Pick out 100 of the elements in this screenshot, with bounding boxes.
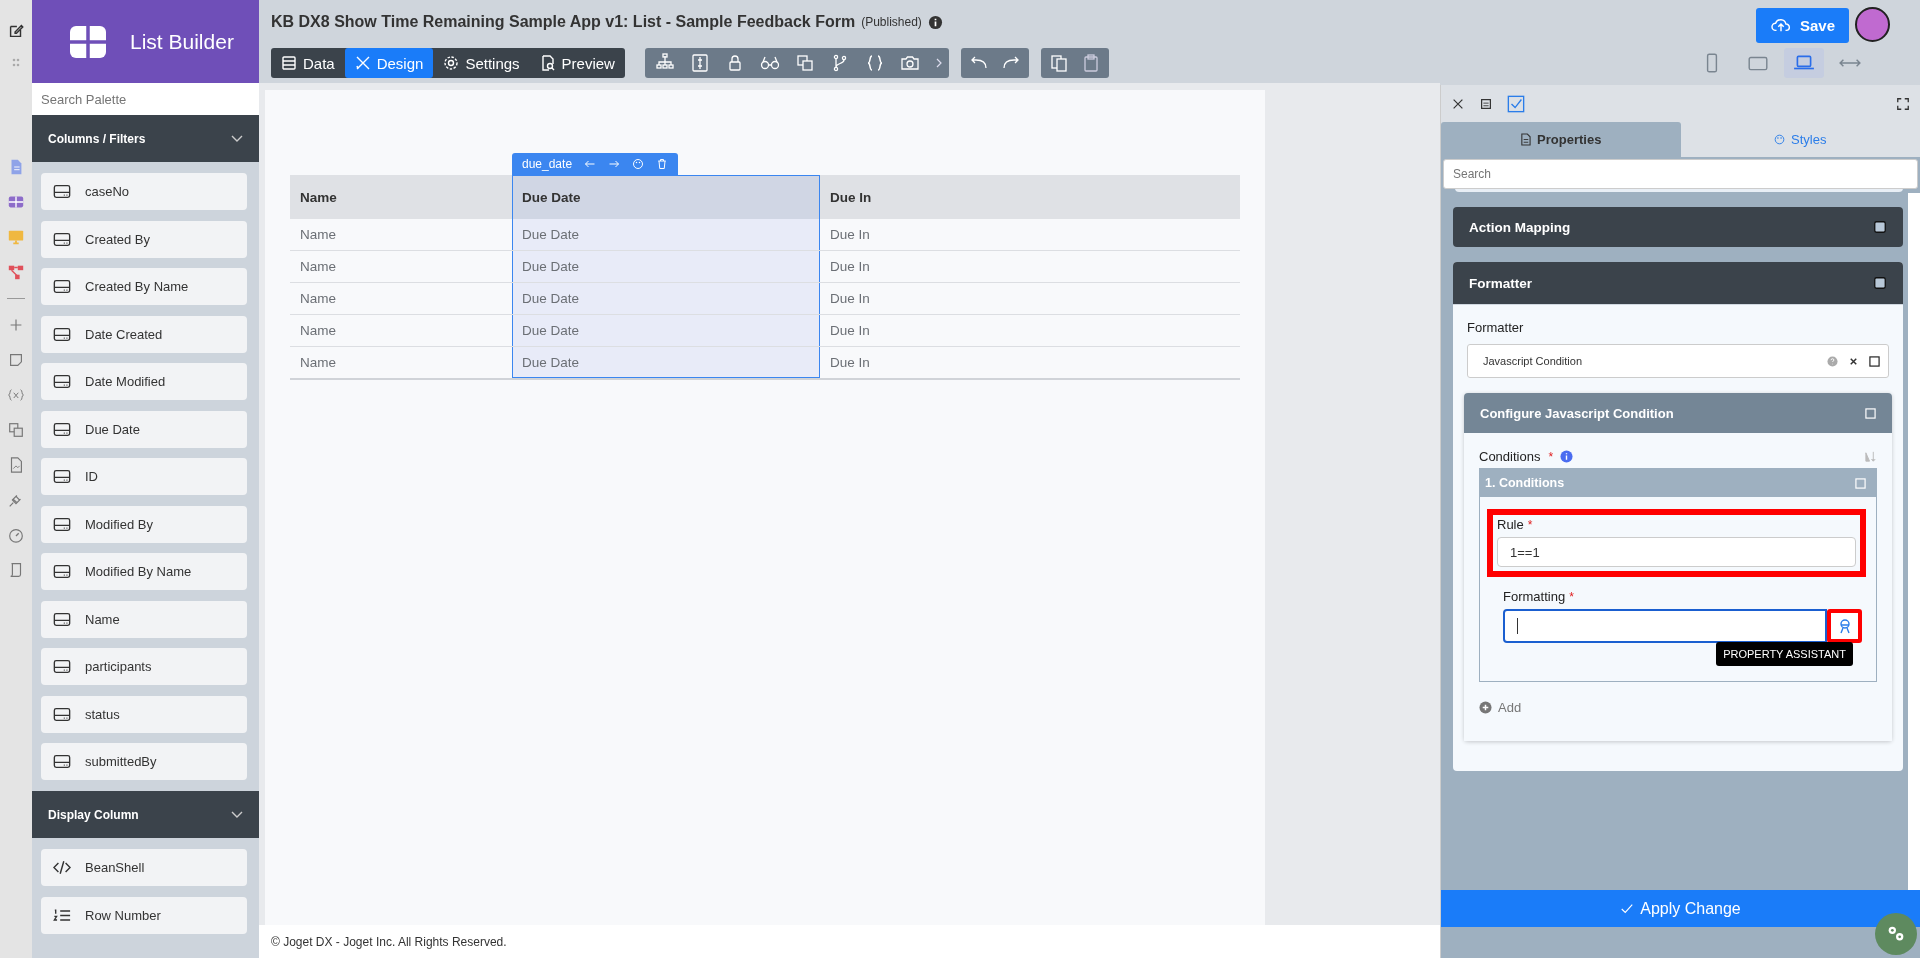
palette-item[interactable]: Name [41, 600, 247, 638]
palette-section-header[interactable]: Display Column [32, 791, 259, 838]
formatter-select[interactable]: Javascript Condition [1467, 344, 1889, 378]
numbered-list-icon [53, 907, 71, 923]
settings-fab[interactable] [1875, 913, 1917, 955]
palette-item[interactable]: submittedBy [41, 743, 247, 780]
palette-item[interactable]: BeanShell [41, 849, 247, 886]
section-header[interactable]: Action Mapping [1453, 207, 1903, 247]
info-icon[interactable] [1560, 450, 1574, 463]
form-title: KB DX8 Show Time Remaining Sample App v1: List - Sample Feedback Form [271, 13, 856, 31]
chevron-icon [231, 134, 243, 143]
chevron-icon [231, 810, 243, 819]
search-palette-field[interactable]: Search Palette [32, 83, 259, 115]
column-header[interactable]: Due Date [512, 175, 820, 219]
settings-icon [443, 55, 460, 71]
palette-item[interactable]: Row Number [41, 896, 247, 934]
required-mark: * [1548, 449, 1554, 464]
table-cell: Due In [820, 282, 1240, 315]
column-field-icon [53, 184, 71, 199]
square-icon[interactable] [1869, 355, 1880, 367]
palette-item[interactable]: Created By Name [41, 268, 247, 305]
column-field-icon [53, 279, 71, 294]
palette-item[interactable]: Due Date [41, 410, 247, 448]
column-icon[interactable] [689, 53, 710, 73]
palette-item[interactable]: Modified By [41, 505, 247, 543]
section-title: Columns / Filters [48, 131, 146, 146]
gauge-icon[interactable] [7, 526, 25, 544]
panel-tab[interactable]: Properties [1441, 122, 1681, 157]
table-cell: Due Date [512, 250, 820, 283]
tooltip: PROPERTY ASSISTANT [1716, 642, 1853, 666]
translate-icon[interactable] [7, 421, 25, 439]
copy-icon[interactable] [1048, 53, 1069, 73]
mode-tab[interactable]: Design [344, 48, 434, 78]
mode-tab[interactable]: Preview [529, 48, 625, 78]
camera-icon[interactable] [899, 53, 920, 73]
viewport-toggle[interactable] [1784, 48, 1824, 78]
field-label: Rule [1497, 517, 1524, 532]
design-tools-icon [354, 55, 371, 71]
palette-item[interactable]: Modified By Name [41, 553, 247, 590]
palette-item[interactable]: Date Modified [41, 363, 247, 400]
required-mark: * [1569, 589, 1574, 604]
column-header[interactable]: Due In [820, 175, 1240, 219]
user-avatar[interactable] [1855, 6, 1890, 42]
check-icon [1620, 901, 1635, 916]
translate-icon[interactable] [794, 53, 815, 73]
list-icon [281, 55, 297, 71]
palette-item[interactable]: Created By [41, 220, 247, 258]
column-field-icon [53, 754, 71, 769]
panel-icon[interactable] [1479, 96, 1493, 111]
copyright-text: © Joget DX - Joget Inc. All Rights Reserved. [271, 934, 507, 949]
table-cell: Due Date [512, 314, 820, 347]
column-field-icon [53, 374, 71, 389]
document-search-icon [539, 55, 556, 71]
sort-icon[interactable] [1864, 450, 1877, 463]
arrow-right-icon[interactable] [608, 158, 621, 170]
toggle-icon[interactable] [1873, 276, 1887, 290]
trash-icon[interactable] [656, 158, 669, 170]
scrollbar[interactable] [1908, 193, 1920, 890]
add-button[interactable]: Add [1479, 700, 1522, 715]
variable-icon[interactable] [7, 386, 25, 404]
mode-tab[interactable]: Settings [433, 48, 530, 78]
help-icon[interactable] [1827, 355, 1838, 367]
clear-icon[interactable] [1848, 355, 1859, 367]
group-title: 1. Conditions [1485, 476, 1565, 490]
column-field-icon [53, 421, 71, 437]
table-cell: Due In [820, 219, 1240, 251]
palette-item[interactable]: ID [41, 458, 247, 495]
checkbox-icon[interactable] [1507, 94, 1525, 113]
arrow-left-icon[interactable] [584, 158, 597, 170]
column-field-icon [53, 706, 71, 722]
field-label: Formatter [1467, 320, 1525, 335]
section-header[interactable]: Formatter [1453, 262, 1903, 305]
rule-input[interactable]: 1==1 [1497, 537, 1856, 567]
column-field-icon [53, 611, 71, 627]
palette-item[interactable]: status [41, 695, 247, 733]
plus-circle-icon [1479, 701, 1492, 714]
toggle-icon[interactable] [1873, 220, 1887, 234]
formatting-input[interactable] [1503, 609, 1827, 643]
publish-status: (Published) [861, 15, 922, 29]
section-title: Action Mapping [1469, 219, 1571, 235]
save-button[interactable]: Save [1755, 7, 1849, 43]
column-field-icon [53, 326, 71, 342]
column-header[interactable]: Name [290, 175, 512, 219]
required-mark: * [1527, 517, 1533, 532]
property-search-field[interactable]: Search [1443, 159, 1918, 189]
fullscreen-icon[interactable] [1896, 96, 1910, 111]
edit-icon[interactable] [7, 22, 25, 40]
table-cell: Due Date [512, 282, 820, 315]
mode-tab[interactable]: Data [271, 48, 345, 78]
info-icon[interactable] [927, 14, 943, 30]
palette-item[interactable]: participants [41, 648, 247, 685]
section-title: Display Column [48, 807, 139, 822]
palette-section-header[interactable]: Columns / Filters [32, 115, 259, 162]
palette-item[interactable]: Date Created [41, 315, 247, 353]
note-icon[interactable] [7, 351, 25, 369]
palette-item[interactable]: caseNo [41, 173, 247, 210]
apply-change-button[interactable]: Apply Change [1441, 890, 1920, 927]
table-cell: Due In [820, 346, 1240, 379]
property-assistant-button[interactable] [1827, 609, 1862, 643]
flow-icon[interactable] [7, 263, 25, 281]
